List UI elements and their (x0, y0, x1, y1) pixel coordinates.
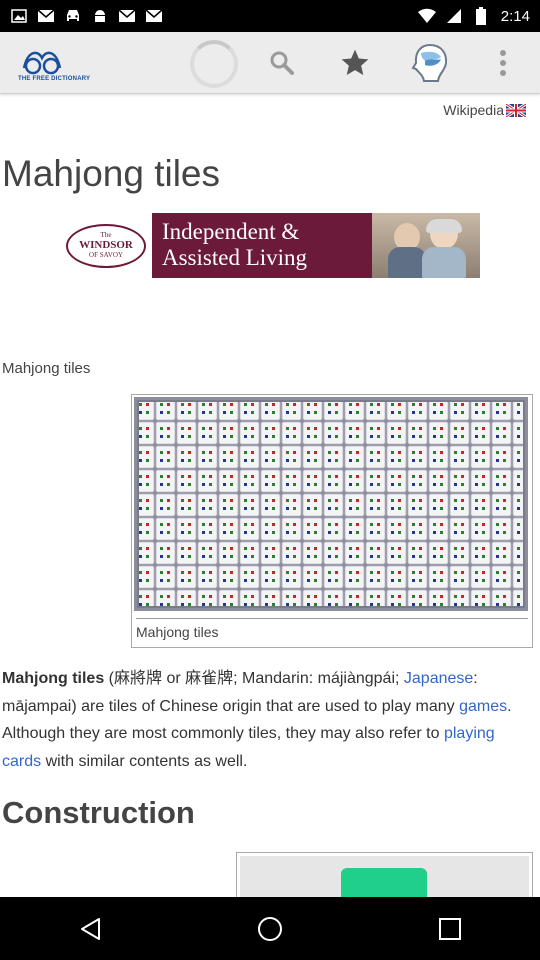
ad-logo: The WINDSOR OF SAVOY (60, 213, 152, 278)
ad-headline: Independent & Assisted Living (162, 219, 308, 270)
overflow-menu-button[interactable] (485, 45, 521, 81)
search-button[interactable] (264, 45, 300, 81)
page-title: Mahjong tiles (2, 153, 221, 194)
back-button[interactable] (60, 904, 120, 954)
car-icon (64, 7, 82, 25)
wifi-icon (417, 7, 436, 25)
figure-divider (136, 618, 528, 619)
home-icon (258, 916, 282, 941)
status-bar: 2:14 (0, 0, 540, 32)
overflow-menu-icon (500, 50, 506, 76)
signal-icon (445, 7, 463, 25)
loading-spinner (190, 40, 238, 88)
battery-icon (472, 7, 490, 25)
source-attribution: Wikipedia (443, 102, 527, 118)
status-left (10, 7, 163, 25)
ad-photo (372, 213, 480, 278)
mahjong-figure[interactable]: Mahjong tiles (131, 394, 533, 648)
image-icon (10, 7, 28, 25)
home-button[interactable] (240, 904, 300, 954)
figure-caption: Mahjong tiles (136, 624, 219, 640)
construction-figure[interactable] (236, 852, 533, 897)
link-japanese[interactable]: Japanese (404, 670, 473, 687)
para-text-1: (麻將牌 or 麻雀牌; Mandarin: májiàngpái; (104, 670, 404, 687)
link-games[interactable]: games (459, 698, 507, 715)
android-icon (91, 7, 109, 25)
brain-button[interactable] (410, 43, 450, 83)
mail-icon (37, 7, 55, 25)
brain-icon (411, 43, 448, 82)
status-time: 2:14 (500, 7, 530, 25)
navigation-bar (0, 897, 540, 960)
source-label: Wikipedia (443, 102, 504, 118)
mail-icon (118, 7, 136, 25)
recents-icon (439, 917, 461, 940)
construction-image (240, 856, 529, 897)
uk-flag-icon (505, 102, 527, 118)
mahjong-tiles-image (134, 397, 528, 611)
glasses-icon (22, 51, 62, 75)
ad-logo-line1: The (100, 230, 112, 239)
back-icon (81, 917, 100, 940)
ad-logo-line2: WINDSOR (79, 239, 133, 252)
app-toolbar: THE FREE DICTIONARY (0, 32, 540, 94)
image-section-label: Mahjong tiles (2, 360, 91, 377)
ad-banner[interactable]: The WINDSOR OF SAVOY Independent & Assis… (60, 213, 480, 278)
green-tile-image (341, 868, 427, 897)
intro-paragraph: Mahjong tiles (麻將牌 or 麻雀牌; Mandarin: máj… (2, 665, 538, 775)
bold-term: Mahjong tiles (2, 670, 105, 687)
mail-icon (145, 7, 163, 25)
star-icon (341, 49, 369, 75)
ad-logo-line3: OF SAVOY (89, 250, 123, 259)
favorites-button[interactable] (337, 45, 373, 81)
section-heading-construction: Construction (2, 795, 195, 830)
para-text-4: with similar contents as well. (41, 752, 248, 770)
article-content: Wikipedia Mahjong tiles The WINDSOR OF S… (0, 95, 540, 897)
logo-text: THE FREE DICTIONARY (18, 76, 91, 82)
recents-button[interactable] (420, 904, 480, 954)
status-right: 2:14 (417, 7, 530, 25)
search-icon (270, 51, 294, 75)
